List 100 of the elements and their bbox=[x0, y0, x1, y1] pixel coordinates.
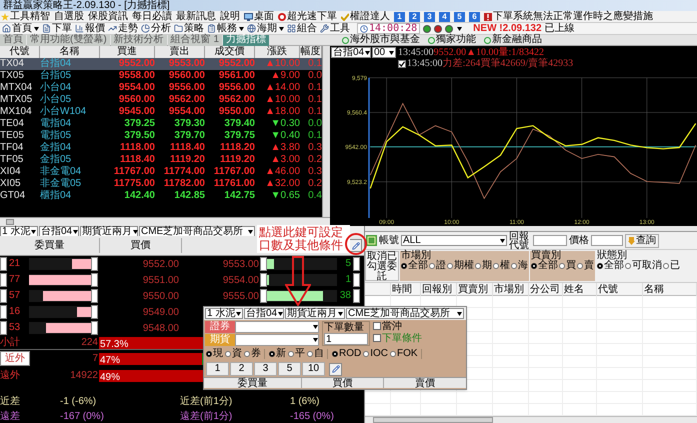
quantity-button[interactable]: 2 bbox=[230, 362, 253, 376]
tab[interactable]: 新技術分析 bbox=[110, 34, 167, 46]
minus-button[interactable] bbox=[91, 257, 98, 271]
dropdown[interactable] bbox=[235, 321, 319, 333]
tab[interactable]: 力撼指標 bbox=[223, 34, 270, 46]
plus-button[interactable] bbox=[0, 273, 7, 287]
toolbar-button[interactable]: 帳務 bbox=[207, 24, 244, 34]
tab[interactable]: 常用功能(雙螢幕) bbox=[27, 34, 110, 46]
horizontal-scrollbar[interactable] bbox=[365, 226, 697, 232]
settings-button[interactable] bbox=[329, 362, 342, 376]
radio-button[interactable] bbox=[475, 263, 481, 269]
toolbar-button[interactable]: 策略 bbox=[174, 24, 204, 34]
radio-button[interactable] bbox=[307, 351, 313, 357]
checkbox[interactable] bbox=[373, 334, 381, 342]
quote-row[interactable]: TF05 金指05 1118.40 1119.20 1119.20 ▲3.00 0.2 bbox=[0, 154, 322, 166]
tab[interactable]: 首頁 bbox=[0, 34, 26, 46]
number-button[interactable]: 4 bbox=[439, 12, 450, 22]
radio-button[interactable] bbox=[244, 351, 250, 357]
toolbar-button[interactable]: 首頁 bbox=[2, 24, 39, 34]
plus-button[interactable] bbox=[260, 273, 267, 287]
plus-button[interactable] bbox=[0, 289, 7, 303]
quote-row[interactable]: TX05 台指05 9558.00 9560.00 9561.00 ▲9.00 0.0 bbox=[0, 70, 322, 82]
quote-row[interactable]: GT04 櫃指04 142.40 142.85 142.75 ▼0.65 0.4 bbox=[0, 190, 322, 202]
quantity-button[interactable]: 1 bbox=[206, 362, 229, 376]
menu-item[interactable]: 下單系統無法正常運作時之應變措施 bbox=[493, 12, 653, 22]
cancel-button[interactable]: 取消已勾選委託 bbox=[365, 251, 399, 281]
minus-button[interactable] bbox=[353, 257, 360, 271]
radio-button[interactable] bbox=[225, 351, 231, 357]
radio-button[interactable] bbox=[390, 351, 396, 357]
plus-button[interactable] bbox=[0, 305, 7, 319]
dropdown[interactable]: 期貨近兩月 bbox=[80, 226, 138, 237]
dropdown[interactable]: 1 水泥 bbox=[0, 226, 38, 237]
minus-button[interactable] bbox=[353, 273, 360, 287]
quantity-button[interactable]: 3 bbox=[254, 362, 277, 376]
number-button[interactable]: 1 bbox=[394, 12, 405, 22]
plus-button[interactable] bbox=[260, 257, 267, 271]
radio-button[interactable] bbox=[447, 263, 453, 269]
dropdown[interactable]: CME芝加哥商品交易所 bbox=[346, 308, 464, 319]
dropdown[interactable] bbox=[235, 334, 319, 346]
minus-button[interactable] bbox=[91, 273, 98, 287]
horizontal-scrollbar[interactable] bbox=[365, 416, 697, 423]
radio-button[interactable] bbox=[269, 351, 275, 357]
quote-row[interactable]: MTX05 小台05 9560.00 9562.00 9562.00 ▲10.00 0.1 bbox=[0, 94, 322, 106]
minus-button[interactable] bbox=[91, 305, 98, 319]
radio-button[interactable] bbox=[577, 263, 583, 269]
menu-item[interactable]: 超光速下單 bbox=[287, 12, 337, 22]
radio-button[interactable] bbox=[511, 263, 517, 269]
radio-button[interactable] bbox=[288, 351, 294, 357]
quote-row[interactable]: MX104 小台W104 9545.00 9554.00 9550.00 ▲18.00 0.1 bbox=[0, 106, 322, 118]
link[interactable]: 新金融商品 bbox=[492, 35, 542, 45]
number-button[interactable]: 5 bbox=[454, 12, 465, 22]
menu-item[interactable]: 說明 bbox=[220, 12, 240, 22]
plus-button[interactable] bbox=[0, 321, 7, 335]
link[interactable]: 海外股市與基金 bbox=[350, 35, 420, 45]
dropdown[interactable]: CME芝加哥商品交易所 bbox=[139, 226, 255, 237]
dropdown[interactable]: 台指04 bbox=[331, 47, 371, 58]
checkbox[interactable] bbox=[398, 60, 406, 68]
toolbar-button[interactable]: 組合 bbox=[287, 24, 317, 34]
toolbar-button[interactable]: 報價 bbox=[75, 24, 105, 34]
quote-row[interactable]: TE05 電指05 379.50 379.70 379.75 ▼0.40 0.1 bbox=[0, 130, 322, 142]
toolbar-button[interactable]: 下單 bbox=[42, 24, 72, 34]
menu-item[interactable]: 自選股 bbox=[54, 12, 84, 22]
quantity-button[interactable]: 10 bbox=[302, 362, 325, 376]
radio-button[interactable] bbox=[429, 263, 435, 269]
scroll-thumb[interactable] bbox=[6, 219, 14, 225]
menu-item[interactable]: 保股資訊 bbox=[88, 12, 128, 22]
radio-button[interactable] bbox=[559, 263, 565, 269]
radio-button[interactable] bbox=[625, 263, 631, 269]
dropdown[interactable]: 台指04 bbox=[244, 308, 284, 319]
quote-row[interactable]: XI05 非金電05 11775.00 11782.00 11761.00 ▲32.00 0.2 bbox=[0, 178, 322, 190]
toolbar-button[interactable]: 走勢 bbox=[108, 24, 138, 34]
menu-item[interactable]: 工具精智 bbox=[10, 12, 50, 22]
menu-item[interactable]: 最新訊息 bbox=[176, 12, 216, 22]
minus-button[interactable] bbox=[91, 321, 98, 335]
tab[interactable]: 組合視窗 1 bbox=[168, 34, 222, 46]
radio-button[interactable] bbox=[531, 263, 537, 269]
quote-row[interactable]: TF04 金指04 1118.00 1118.40 1118.20 ▲3.80 0.3 bbox=[0, 142, 322, 154]
price-field[interactable] bbox=[591, 235, 623, 246]
radio-button[interactable] bbox=[401, 263, 407, 269]
radio-button[interactable] bbox=[206, 351, 212, 357]
radio-button[interactable] bbox=[332, 351, 338, 357]
menu-item[interactable]: 每日必讀 bbox=[132, 12, 172, 22]
radio-button[interactable] bbox=[597, 263, 603, 269]
quote-row[interactable]: TX04 台指04 9552.00 9553.00 9552.00 ▲10.00 0.1 bbox=[0, 58, 322, 70]
toolbar-button[interactable]: 海期 bbox=[247, 24, 284, 34]
quote-row[interactable]: TE04 電指04 379.25 379.30 379.40 ▼0.30 0.0 bbox=[0, 118, 322, 130]
number-button[interactable]: 3 bbox=[424, 12, 435, 22]
vertical-scrollbar[interactable] bbox=[322, 46, 330, 217]
number-button[interactable]: 6 bbox=[469, 12, 480, 22]
menu-item[interactable]: 權證達人 bbox=[350, 12, 390, 22]
quantity-field[interactable]: 1 bbox=[324, 333, 368, 345]
search-button[interactable]: 查詢 bbox=[625, 234, 659, 248]
radio-button[interactable] bbox=[663, 263, 669, 269]
dropdown[interactable]: 00 bbox=[372, 47, 396, 58]
radio-button[interactable] bbox=[493, 263, 499, 269]
dropdown[interactable]: ALL bbox=[401, 235, 507, 246]
plus-button[interactable] bbox=[260, 289, 267, 303]
quantity-button[interactable]: 5 bbox=[278, 362, 301, 376]
settings-button[interactable] bbox=[349, 239, 362, 252]
quote-row[interactable]: XI04 非金電04 11767.00 11774.00 11767.00 ▲46.00 0.3 bbox=[0, 166, 322, 178]
